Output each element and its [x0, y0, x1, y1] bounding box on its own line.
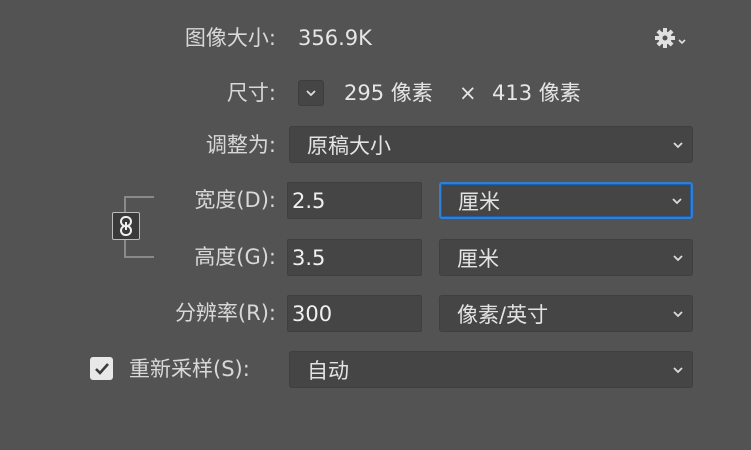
- gear-icon: [655, 28, 686, 48]
- height-input[interactable]: 3.5: [287, 239, 422, 276]
- link-icon: [120, 216, 132, 236]
- resample-method-select[interactable]: 自动: [289, 351, 693, 388]
- resample-checkbox[interactable]: [90, 357, 113, 380]
- dimensions-width-value: 295 像素: [344, 81, 433, 105]
- chevron-down-icon: [306, 90, 316, 97]
- dimensions-label: 尺寸:: [226, 81, 276, 105]
- chevron-down-icon: [673, 366, 683, 373]
- dimensions-unit-dropdown[interactable]: [298, 80, 324, 106]
- constrain-proportions-toggle[interactable]: [112, 212, 140, 240]
- fit-to-select[interactable]: 原稿大小: [289, 126, 693, 163]
- height-unit-value: 厘米: [457, 246, 499, 271]
- height-unit-select[interactable]: 厘米: [439, 239, 693, 276]
- width-unit-value: 厘米: [458, 189, 500, 214]
- dimensions-separator: ×: [459, 81, 477, 105]
- height-value: 3.5: [292, 245, 326, 270]
- chevron-down-icon: [673, 254, 683, 261]
- chevron-down-icon: [678, 39, 686, 45]
- width-unit-select[interactable]: 厘米: [439, 182, 693, 219]
- settings-gear-button[interactable]: [654, 25, 688, 51]
- resolution-unit-value: 像素/英寸: [457, 302, 549, 327]
- resolution-unit-select[interactable]: 像素/英寸: [439, 295, 693, 332]
- dimensions-height-value: 413 像素: [492, 81, 581, 105]
- chevron-down-icon: [673, 141, 683, 148]
- chevron-down-icon: [673, 310, 683, 317]
- height-label: 高度(G):: [194, 245, 276, 269]
- fit-to-value: 原稿大小: [307, 133, 391, 158]
- resolution-value: 300: [292, 301, 333, 326]
- resolution-input[interactable]: 300: [287, 295, 422, 332]
- image-size-label: 图像大小:: [184, 26, 276, 50]
- checkmark-icon: [94, 362, 109, 375]
- width-label: 宽度(D):: [194, 188, 276, 212]
- width-input[interactable]: 2.5: [287, 182, 422, 219]
- chevron-down-icon: [672, 197, 682, 204]
- width-value: 2.5: [292, 188, 326, 213]
- resolution-label: 分辨率(R):: [174, 301, 276, 325]
- resample-method-value: 自动: [307, 358, 349, 383]
- fit-to-label: 调整为:: [205, 133, 276, 157]
- resample-label: 重新采样(S):: [129, 357, 250, 381]
- image-size-value: 356.9K: [298, 26, 372, 50]
